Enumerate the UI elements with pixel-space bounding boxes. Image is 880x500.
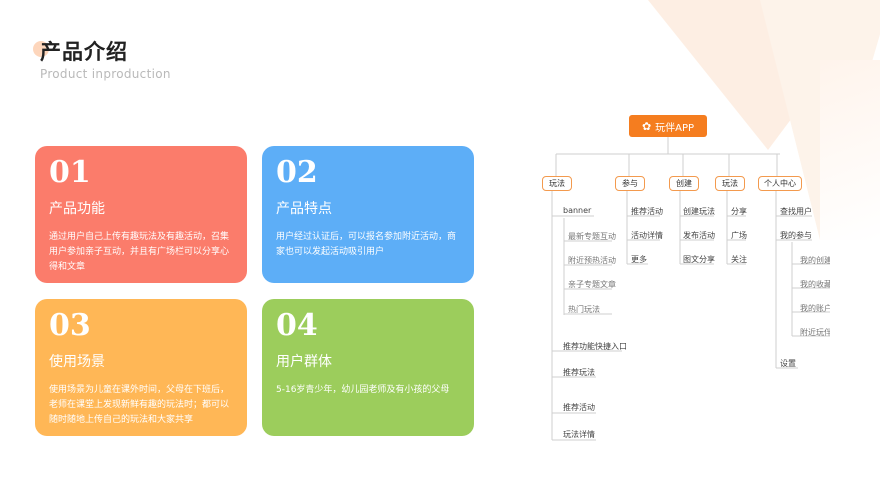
leaf-item: 分享 bbox=[731, 207, 747, 216]
leaf-item: 广场 bbox=[731, 231, 747, 240]
leaf-item: 附近玩伴 bbox=[800, 328, 830, 337]
card-user-groups: 04 用户群体 5-16岁青少年，幼儿园老师及有小孩的父母 bbox=[262, 299, 474, 436]
card-number: 04 bbox=[276, 308, 318, 343]
branch-play-2: 玩法 bbox=[715, 176, 745, 191]
card-description: 5-16岁青少年，幼儿园老师及有小孩的父母 bbox=[276, 385, 450, 395]
leaf-item: 最新专题互动 bbox=[568, 232, 616, 241]
leaf-item: 推荐功能快捷入口 bbox=[563, 342, 627, 351]
leaf-item: 图文分享 bbox=[683, 255, 715, 264]
leaf-item: 我的参与 bbox=[780, 231, 812, 240]
card-description: 用户经过认证后，可以报名参加附近活动，商家也可以发起活动吸引用户 bbox=[276, 232, 457, 257]
mind-map: ✿ 玩伴APP 玩法 参与 创建 玩法 个人中心 banner 最新专题互动 附… bbox=[530, 100, 830, 460]
leaf-item: 发布活动 bbox=[683, 231, 715, 240]
leaf-item: 我的收藏 bbox=[800, 280, 830, 289]
leaf-item: banner bbox=[563, 206, 592, 215]
leaf-item: 创建玩法 bbox=[683, 207, 715, 216]
card-title: 产品功能 bbox=[49, 201, 105, 217]
branch-personal-center: 个人中心 bbox=[758, 176, 802, 191]
root-label: 玩伴APP bbox=[655, 122, 695, 134]
card-usage-scenarios: 03 使用场景 使用场景为儿童在课外时间，父母在下班后，老师在课堂上发现新鲜有趣… bbox=[35, 299, 247, 436]
leaf-item: 推荐玩法 bbox=[563, 368, 595, 377]
leaf-item: 附近预热活动 bbox=[568, 256, 616, 265]
branch-join: 参与 bbox=[615, 176, 645, 191]
leaf-item: 关注 bbox=[731, 255, 747, 264]
leaf-item: 亲子专题文章 bbox=[568, 280, 616, 289]
leaf-item: 活动详情 bbox=[631, 231, 663, 240]
card-number: 03 bbox=[49, 308, 91, 343]
leaf-item: 我的账户 bbox=[800, 304, 830, 313]
page-title: 产品介绍 bbox=[40, 40, 128, 64]
card-title: 使用场景 bbox=[49, 354, 105, 370]
leaf-item: 推荐活动 bbox=[631, 207, 663, 216]
leaf-item: 设置 bbox=[780, 359, 796, 368]
card-product-features: 01 产品功能 通过用户自己上传有趣玩法及有趣活动，召集用户参加亲子互动，并且有… bbox=[35, 146, 247, 283]
branch-create: 创建 bbox=[669, 176, 699, 191]
card-number: 01 bbox=[49, 155, 91, 190]
leaf-item: 更多 bbox=[631, 255, 647, 264]
mind-map-root: ✿ 玩伴APP bbox=[629, 115, 707, 137]
leaf-item: 我的创建 bbox=[800, 256, 830, 265]
branch-play: 玩法 bbox=[542, 176, 572, 191]
leaf-item: 推荐活动 bbox=[563, 403, 595, 412]
card-description: 使用场景为儿童在课外时间，父母在下班后，老师在课堂上发现新鲜有趣的玩法时；都可以… bbox=[49, 385, 230, 425]
flower-icon: ✿ bbox=[641, 119, 652, 133]
leaf-item: 玩法详情 bbox=[563, 430, 595, 439]
page-subtitle: Product inproduction bbox=[40, 67, 171, 81]
card-title: 用户群体 bbox=[276, 354, 332, 370]
card-product-characteristics: 02 产品特点 用户经过认证后，可以报名参加附近活动，商家也可以发起活动吸引用户 bbox=[262, 146, 474, 283]
card-description: 通过用户自己上传有趣玩法及有趣活动，召集用户参加亲子互动，并且有广场栏可以分享心… bbox=[49, 232, 230, 272]
leaf-item: 热门玩法 bbox=[568, 305, 600, 314]
card-title: 产品特点 bbox=[276, 201, 332, 217]
leaf-item: 查找用户 bbox=[780, 207, 812, 216]
card-number: 02 bbox=[276, 155, 318, 190]
